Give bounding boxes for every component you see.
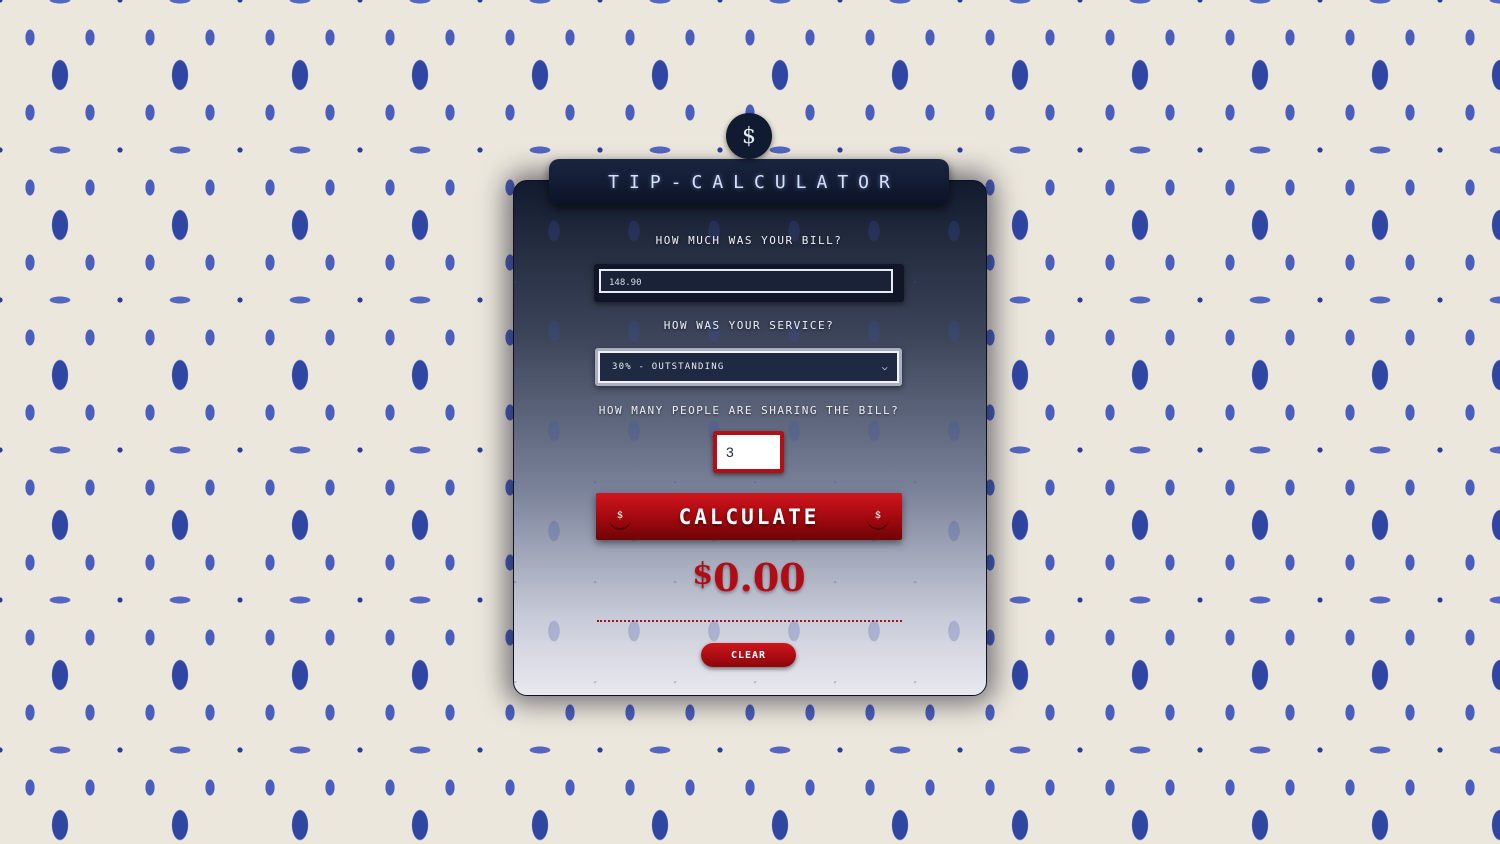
- dollar-icon: $: [609, 506, 631, 530]
- clear-button-label: Clear: [730, 649, 767, 661]
- service-selected-value: 30% - Outstanding: [612, 362, 725, 372]
- calculate-button[interactable]: $ Calculate $: [596, 493, 902, 540]
- calculate-button-label: Calculate: [678, 504, 820, 529]
- dollar-coin-symbol: $: [742, 123, 756, 149]
- service-label: How was your service?: [663, 319, 835, 332]
- result-currency-symbol: $: [692, 557, 714, 592]
- chevron-down-icon: ⌵: [881, 361, 889, 373]
- bill-label: How much was your bill?: [655, 234, 843, 247]
- dotted-divider: [597, 620, 902, 622]
- service-select-frame: 30% - Outstanding ⌵: [595, 348, 902, 386]
- title-bar: Tip-Calculator: [549, 159, 949, 205]
- service-select[interactable]: 30% - Outstanding ⌵: [598, 351, 899, 383]
- people-count-input[interactable]: 3: [717, 435, 780, 469]
- dollar-coin-icon: $: [726, 113, 772, 159]
- clear-button[interactable]: Clear: [701, 643, 796, 667]
- result-amount: 0.00: [713, 555, 806, 600]
- dollar-icon: $: [867, 506, 889, 530]
- people-label: How many people are sharing the bill?: [598, 404, 900, 417]
- page-title: Tip-Calculator: [608, 171, 900, 193]
- bill-amount-input[interactable]: 148.90: [599, 269, 893, 293]
- tip-result: $0.00: [513, 555, 985, 600]
- bill-field-frame: 148.90: [594, 264, 904, 302]
- people-field-frame: 3: [713, 431, 784, 473]
